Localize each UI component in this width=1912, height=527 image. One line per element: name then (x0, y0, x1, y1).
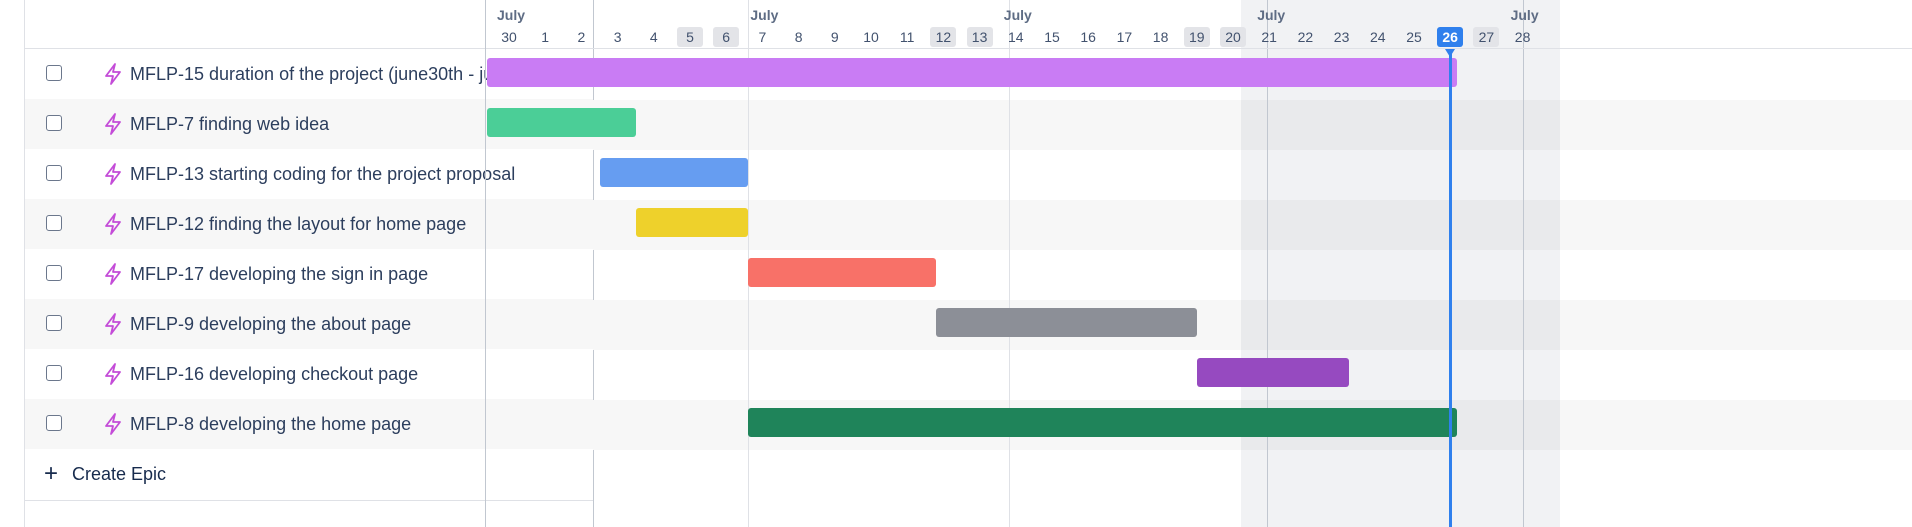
lightning-epic-icon (102, 112, 124, 136)
day-label: 30 (501, 29, 517, 45)
epic-row[interactable]: MFLP-16 developing checkout page (25, 349, 593, 399)
day-label: 17 (1116, 29, 1133, 45)
today-day-label: 26 (1437, 27, 1464, 47)
lightning-epic-icon (102, 412, 124, 436)
row-checkbox[interactable] (46, 415, 62, 431)
timeline-panel[interactable]: July July July July July 30 1 2 3 4 5 6 7 8 9 10 11 12 13 1… (485, 0, 1912, 527)
day-label: 8 (794, 29, 803, 45)
month-label: July (1257, 7, 1286, 23)
epic-label[interactable]: MFLP-13 starting coding for the project … (130, 164, 515, 185)
today-marker (1445, 49, 1456, 57)
lightning-epic-icon (102, 212, 124, 236)
month-label: July (750, 7, 779, 23)
today-line (1448, 50, 1452, 527)
day-label: 6 (713, 27, 740, 47)
lightning-epic-icon (102, 362, 124, 386)
week-separator (1523, 0, 1524, 527)
roadmap-view: MFLP-15 duration of the project (june30t… (0, 0, 1912, 527)
epic-label[interactable]: MFLP-12 finding the layout for home page (130, 214, 466, 235)
day-label: 13 (966, 27, 993, 47)
row-checkbox[interactable] (46, 365, 62, 381)
day-label: 28 (1514, 29, 1531, 45)
epic-label[interactable]: MFLP-17 developing the sign in page (130, 264, 428, 285)
day-label: 24 (1370, 29, 1386, 45)
epic-row[interactable]: MFLP-8 developing the home page (25, 399, 593, 449)
epic-bar[interactable] (1196, 358, 1349, 387)
row-checkbox[interactable] (46, 115, 62, 131)
day-label: 14 (1008, 29, 1024, 45)
day-label: 5 (677, 27, 703, 47)
day-label: 27 (1473, 27, 1500, 47)
timeline-header: July July July July July 30 1 2 3 4 5 6 7 8 9 10 11 12 13 1… (497, 0, 1912, 49)
create-epic-label: Create Epic (72, 464, 167, 484)
epic-bar[interactable] (599, 158, 748, 187)
epic-bar[interactable] (936, 308, 1197, 337)
day-label: 4 (649, 29, 658, 45)
day-label: 21 (1261, 29, 1277, 45)
epic-bar[interactable] (747, 408, 1458, 437)
day-label: 23 (1333, 29, 1350, 45)
day-label: 3 (613, 29, 622, 45)
create-epic-button[interactable]: + Create Epic (25, 449, 593, 501)
lightning-epic-icon (102, 262, 124, 286)
month-label: July (497, 7, 526, 23)
week-separator (485, 0, 486, 527)
day-label: 19 (1183, 27, 1210, 47)
epic-row[interactable]: MFLP-13 starting coding for the project … (25, 149, 593, 199)
day-label: 12 (930, 27, 957, 47)
epic-bar[interactable] (487, 108, 636, 137)
epic-bar[interactable] (747, 258, 937, 287)
row-checkbox[interactable] (46, 315, 62, 331)
lightning-epic-icon (102, 62, 124, 86)
day-label: 25 (1406, 29, 1422, 45)
epic-label[interactable]: MFLP-7 finding web idea (130, 114, 329, 135)
day-label: 11 (899, 29, 915, 45)
day-label: 22 (1297, 29, 1314, 45)
epic-label[interactable]: MFLP-9 developing the about page (130, 314, 411, 335)
epic-label[interactable]: MFLP-8 developing the home page (130, 414, 411, 435)
day-label: 20 (1220, 27, 1246, 47)
epic-bar[interactable] (487, 58, 1458, 87)
lightning-epic-icon (102, 162, 124, 186)
row-checkbox[interactable] (46, 65, 62, 81)
plus-icon: + (44, 460, 59, 487)
day-label: 16 (1080, 29, 1096, 45)
epic-row[interactable]: MFLP-17 developing the sign in page (25, 249, 593, 299)
epic-bar[interactable] (635, 208, 748, 237)
row-checkbox[interactable] (46, 265, 62, 281)
epic-row[interactable]: MFLP-9 developing the about page (25, 299, 593, 349)
row-checkbox[interactable] (46, 165, 62, 181)
lightning-epic-icon (102, 312, 124, 336)
day-label: 1 (541, 29, 550, 45)
epic-row[interactable]: MFLP-12 finding the layout for home page (25, 199, 593, 249)
month-label: July (1510, 7, 1539, 23)
day-label: 2 (577, 29, 586, 45)
month-label: July (1003, 7, 1032, 23)
day-label: 15 (1044, 29, 1060, 45)
day-label: 10 (863, 29, 879, 45)
epic-label[interactable]: MFLP-16 developing checkout page (130, 364, 418, 385)
day-label: 18 (1152, 29, 1169, 45)
day-label: 9 (830, 29, 839, 45)
day-label: 7 (758, 29, 767, 45)
row-checkbox[interactable] (46, 215, 62, 231)
